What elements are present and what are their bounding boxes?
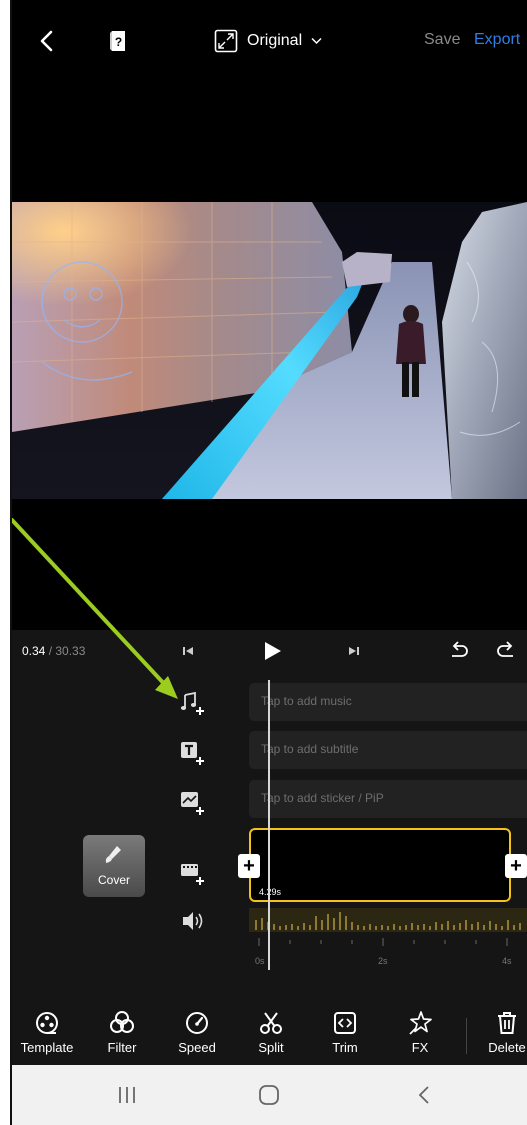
aspect-ratio-selector[interactable]: Original bbox=[214, 26, 322, 56]
template-tool[interactable]: Template bbox=[12, 1010, 82, 1055]
cover-button[interactable]: Cover bbox=[83, 835, 145, 897]
speed-label: Speed bbox=[178, 1040, 216, 1055]
subtitle-track-hint: Tap to add subtitle bbox=[261, 742, 359, 756]
time-ruler[interactable]: 0s 2s 4s bbox=[249, 934, 527, 972]
volume-icon[interactable] bbox=[180, 908, 206, 934]
ruler-ticks bbox=[258, 938, 508, 946]
redo-icon[interactable] bbox=[494, 640, 518, 664]
filter-label: Filter bbox=[107, 1040, 137, 1055]
trim-tool[interactable]: Trim bbox=[310, 1010, 380, 1055]
chevron-down-icon bbox=[311, 37, 322, 45]
time-display: 0.34 / 30.33 bbox=[22, 644, 85, 658]
film-reel-icon bbox=[36, 1012, 58, 1034]
audio-waveform bbox=[249, 908, 527, 932]
video-clip[interactable]: 4.29s bbox=[249, 828, 511, 902]
trim-icon bbox=[334, 1012, 356, 1034]
ruler-label-0: 0s bbox=[255, 956, 265, 966]
sticker-track-hint: Tap to add sticker / PiP bbox=[261, 791, 384, 805]
add-clip-after-button[interactable]: + bbox=[505, 854, 527, 878]
video-preview[interactable] bbox=[12, 82, 527, 630]
aspect-ratio-label: Original bbox=[247, 32, 303, 49]
video-frame bbox=[12, 202, 527, 499]
add-clip-icon[interactable] bbox=[180, 860, 206, 886]
clip-duration: 4.29s bbox=[259, 887, 282, 897]
ruler-label-4: 4s bbox=[502, 956, 512, 966]
music-track[interactable]: Tap to add music bbox=[249, 683, 527, 721]
back-nav-icon[interactable] bbox=[404, 1081, 444, 1109]
filter-tool[interactable]: Filter bbox=[87, 1010, 157, 1055]
current-time: 0.34 bbox=[22, 644, 46, 658]
export-button[interactable]: Export bbox=[474, 31, 520, 49]
top-bar: ? Original Save Export bbox=[12, 0, 527, 82]
add-sticker-icon[interactable] bbox=[180, 790, 206, 816]
cover-label: Cover bbox=[97, 873, 130, 887]
skip-to-end-icon[interactable] bbox=[345, 642, 363, 660]
trim-label: Trim bbox=[332, 1040, 358, 1055]
add-music-icon[interactable] bbox=[180, 690, 206, 716]
sticker-track[interactable]: Tap to add sticker / PiP bbox=[249, 780, 527, 818]
home-icon[interactable] bbox=[249, 1081, 289, 1109]
toolbar-divider bbox=[466, 1018, 467, 1054]
recent-apps-icon[interactable] bbox=[107, 1081, 147, 1109]
add-clip-before-button[interactable]: + bbox=[238, 854, 260, 878]
split-label: Split bbox=[258, 1040, 284, 1055]
fx-label: FX bbox=[411, 1040, 429, 1055]
music-track-hint: Tap to add music bbox=[261, 694, 352, 708]
subtitle-track[interactable]: Tap to add subtitle bbox=[249, 731, 527, 769]
scissors-icon bbox=[260, 1012, 282, 1034]
app-frame: ? Original Save Export 0.34 / 30.33 Tap … bbox=[0, 0, 527, 1125]
save-button[interactable]: Save bbox=[424, 31, 460, 49]
speedometer-icon bbox=[186, 1012, 208, 1034]
back-arrow-icon[interactable] bbox=[34, 26, 60, 56]
system-nav-bar bbox=[12, 1065, 527, 1125]
delete-tool[interactable]: Delete bbox=[472, 1010, 527, 1055]
edit-toolbar: Template Filter Speed Split Trim FX Dele… bbox=[12, 1010, 527, 1065]
help-book-icon[interactable]: ? bbox=[104, 26, 134, 56]
skip-to-start-icon[interactable] bbox=[179, 642, 197, 660]
filter-icon bbox=[110, 1011, 134, 1033]
total-time: / 30.33 bbox=[48, 644, 86, 658]
add-text-icon[interactable] bbox=[180, 740, 206, 766]
svg-text:?: ? bbox=[115, 35, 122, 49]
fx-tool[interactable]: FX bbox=[385, 1010, 455, 1055]
ruler-label-2: 2s bbox=[378, 956, 388, 966]
playhead[interactable] bbox=[268, 680, 270, 970]
split-tool[interactable]: Split bbox=[236, 1010, 306, 1055]
delete-label: Delete bbox=[488, 1040, 526, 1055]
expand-icon bbox=[214, 29, 238, 53]
brush-icon bbox=[105, 846, 121, 863]
play-icon[interactable] bbox=[259, 638, 285, 664]
undo-icon[interactable] bbox=[447, 640, 471, 664]
trash-icon bbox=[498, 1012, 516, 1034]
fx-star-icon bbox=[409, 1011, 432, 1035]
template-label: Template bbox=[20, 1040, 74, 1055]
speed-tool[interactable]: Speed bbox=[162, 1010, 232, 1055]
timeline-editor: 0.34 / 30.33 Tap to add music Tap to add… bbox=[12, 630, 527, 1010]
